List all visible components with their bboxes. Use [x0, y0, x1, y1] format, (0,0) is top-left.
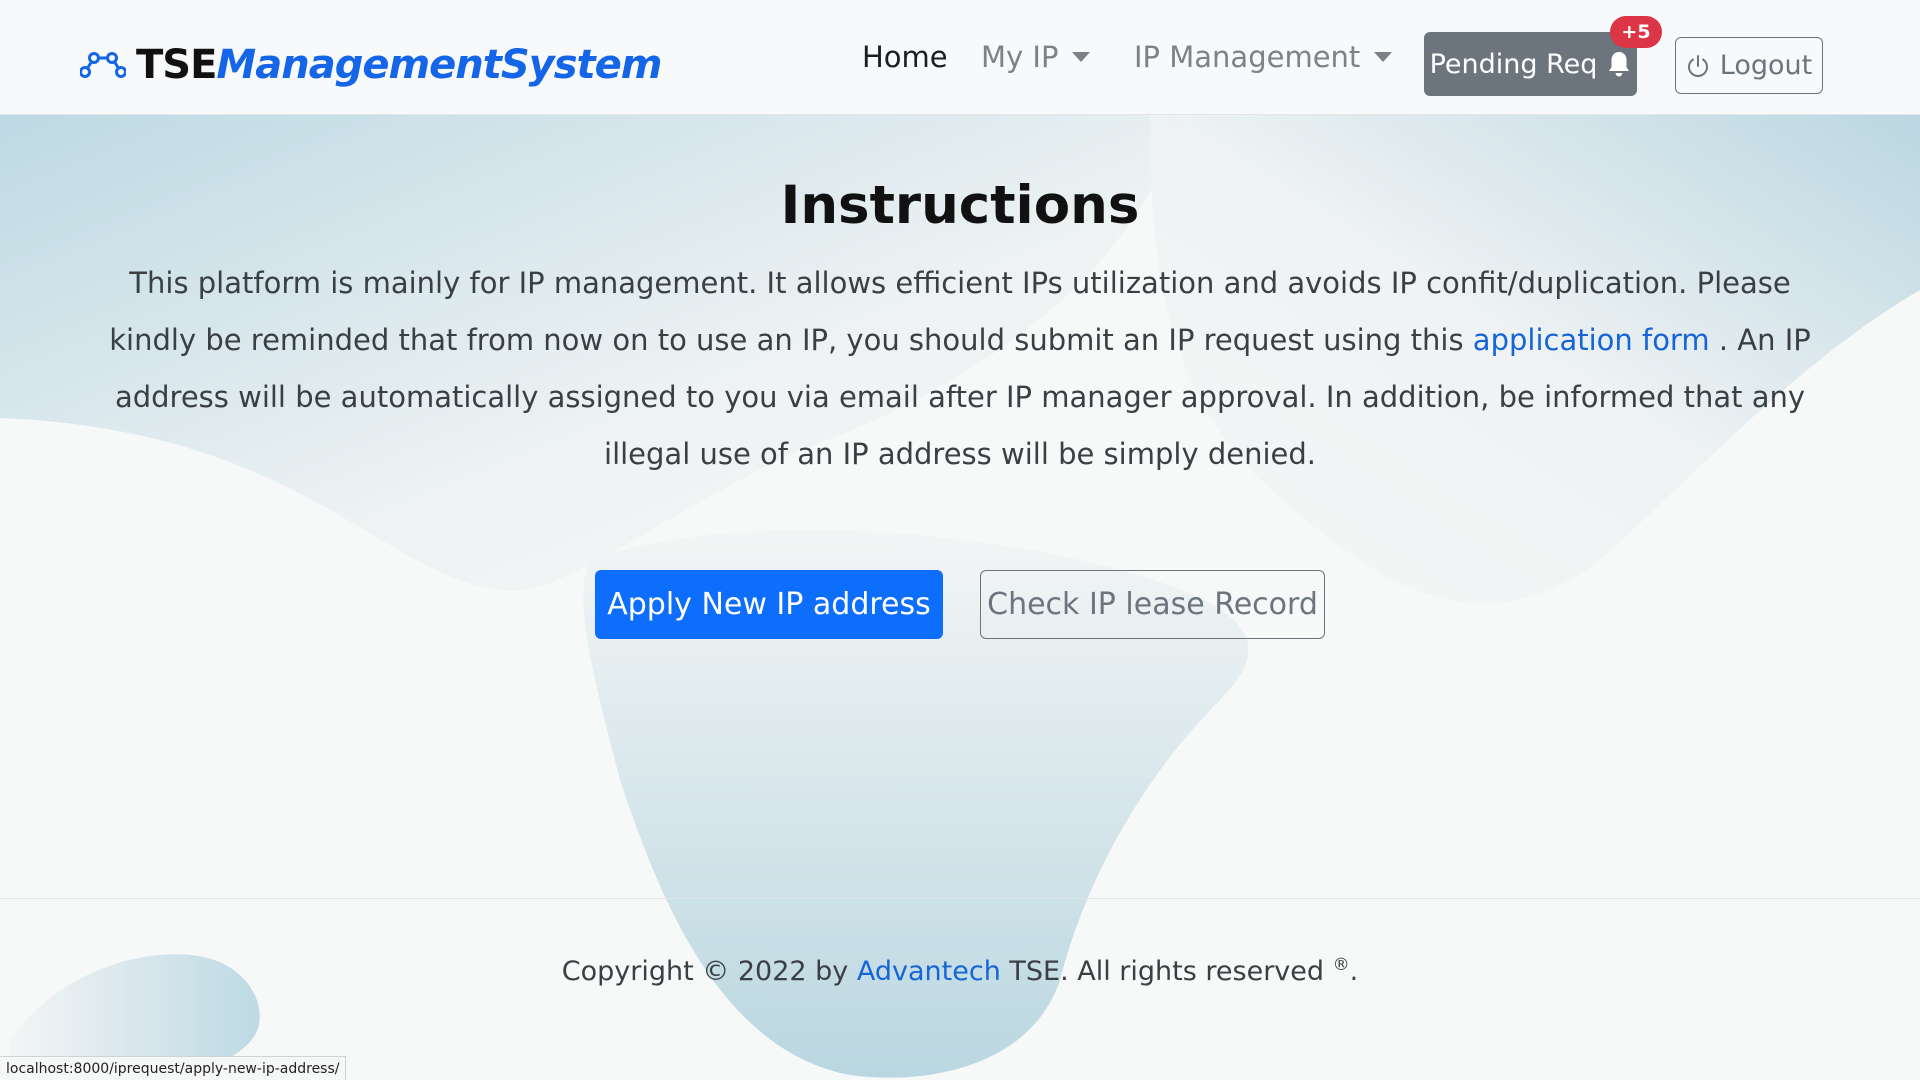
pending-requests-label: Pending Req [1429, 48, 1598, 80]
brand-name-management-system: ManagementSystem [216, 42, 662, 88]
pending-count-badge: +5 [1610, 16, 1662, 48]
nav-ip-management-dropdown[interactable]: IP Management [1134, 40, 1393, 74]
page-title: Instructions [780, 175, 1140, 236]
navbar: TSEManagementSystem Home My IP IP Manage… [0, 0, 1920, 115]
nav-home-label: Home [862, 40, 948, 74]
advantech-link[interactable]: Advantech [857, 956, 1001, 987]
application-form-link[interactable]: application form [1473, 323, 1710, 357]
footer-divider [0, 898, 1920, 899]
brand-logo[interactable]: TSEManagementSystem [80, 40, 662, 90]
brand-name-tse: TSE [136, 42, 217, 88]
caret-down-icon [1374, 52, 1393, 62]
nav-my-ip-label: My IP [981, 40, 1059, 74]
bell-icon [1609, 52, 1630, 77]
instructions-text: This platform is mainly for IP managemen… [95, 255, 1825, 483]
nav-ip-management-label: IP Management [1134, 40, 1361, 74]
browser-status-url: localhost:8000/iprequest/apply-new-ip-ad… [0, 1056, 347, 1080]
nav-home[interactable]: Home [862, 40, 948, 74]
registered-mark: ® [1332, 955, 1350, 975]
footer-copyright: Copyright © 2022 by Advantech TSE. All r… [0, 955, 1920, 987]
logout-label: Logout [1719, 50, 1813, 81]
network-nodes-icon [80, 52, 126, 78]
background-blobs [0, 0, 1920, 1080]
check-ip-lease-record-button[interactable]: Check IP lease Record [980, 570, 1325, 639]
copyright-prefix: Copyright © 2022 by [561, 956, 857, 987]
copyright-suffix: TSE. All rights reserved [1000, 956, 1333, 987]
brand-name: TSEManagementSystem [136, 42, 662, 88]
power-icon [1687, 54, 1708, 77]
page: TSEManagementSystem Home My IP IP Manage… [0, 0, 1920, 1080]
caret-down-icon [1072, 52, 1091, 62]
copyright-end: . [1349, 956, 1359, 987]
apply-new-ip-button[interactable]: Apply New IP address [595, 570, 943, 639]
nav-my-ip-dropdown[interactable]: My IP [981, 40, 1091, 74]
pending-requests-button[interactable]: Pending Req [1424, 32, 1637, 96]
logout-button[interactable]: Logout [1675, 37, 1823, 94]
